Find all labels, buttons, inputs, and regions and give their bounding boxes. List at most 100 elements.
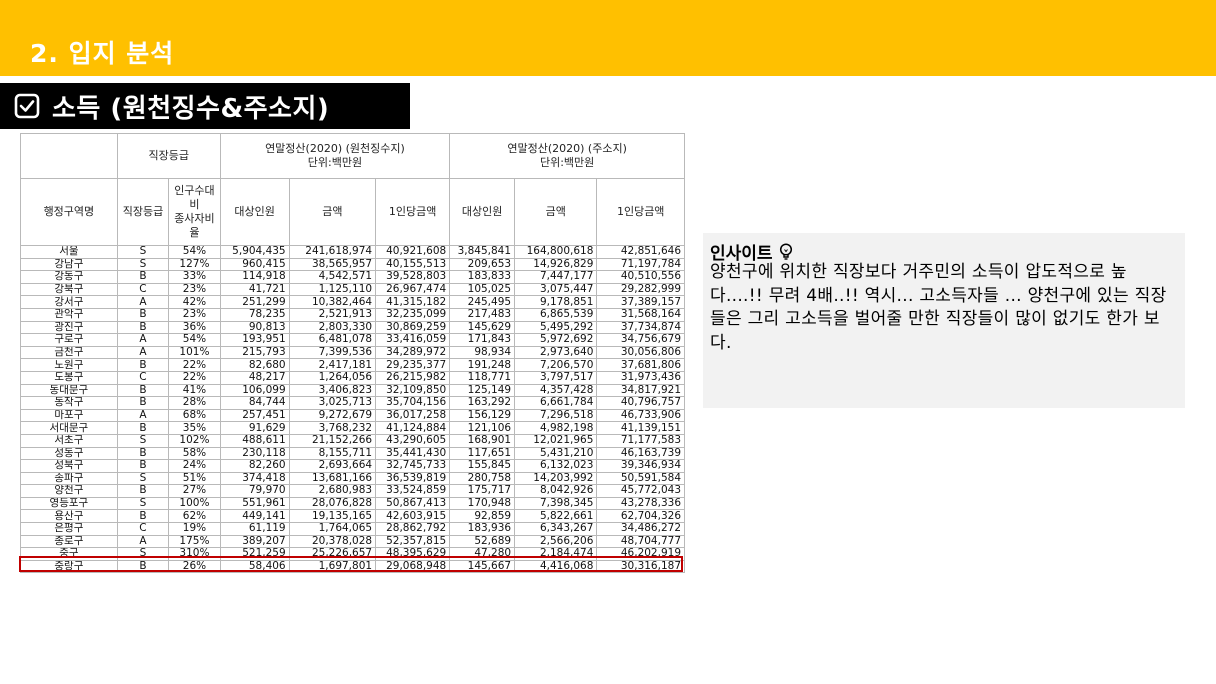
table-cell: 71,197,784 (596, 257, 685, 272)
table-cell: 35,441,430 (375, 446, 451, 461)
district-name-cell: 강동구 (20, 270, 118, 284)
table-row: 서대문구 B 35% 91,629 3,768,232 41,124,884 121,106… (20, 421, 685, 435)
table-cell: 155,845 (449, 459, 516, 473)
table-cell: 7,399,536 (288, 345, 377, 360)
table-cell: 91,629 (219, 421, 290, 435)
table-row: 중랑구 B 26% 58,406 1,697,801 29,068,948 145,667 4… (20, 559, 685, 574)
table-cell: 175,717 (449, 484, 516, 498)
district-name-cell: 종로구 (20, 534, 118, 549)
table-cell: 2,566,206 (514, 534, 598, 549)
table-cell: 230,118 (219, 446, 290, 461)
table-cell: 38,565,957 (288, 257, 377, 272)
district-name-cell: 성북구 (20, 459, 118, 473)
table-cell: 90,813 (219, 320, 290, 335)
table-cell: 21,152,266 (288, 433, 377, 448)
table-cell: 1,697,801 (288, 559, 377, 574)
table-cell: 2,417,181 (288, 358, 377, 372)
table-cell: 22% (168, 358, 221, 372)
table-cell: 551,961 (219, 496, 290, 511)
table-cell: 58,406 (219, 559, 290, 574)
table-cell: 61,119 (219, 522, 290, 536)
table-cell: 41,139,151 (596, 421, 685, 435)
table-cell: 125,149 (449, 383, 516, 398)
table-cell: 46,202,919 (596, 547, 685, 561)
table-cell: 5,904,435 (219, 245, 290, 259)
table-cell: 58% (168, 446, 221, 461)
section-title: 2. 입지 분석 (30, 39, 175, 68)
district-name-cell: 동작구 (20, 396, 118, 410)
table-cell: 7,447,177 (514, 270, 598, 284)
table-cell: 183,936 (449, 522, 516, 536)
table-cell: 114,918 (219, 270, 290, 284)
table-cell: 449,141 (219, 509, 290, 524)
table-cell: 37,389,157 (596, 295, 685, 309)
table-cell: 3,768,232 (288, 421, 377, 435)
table-cell: 6,865,539 (514, 307, 598, 322)
table-cell: 163,292 (449, 396, 516, 410)
table-cell: S (116, 496, 170, 511)
insight-body: 양천구에 위치한 직장보다 거주민의 소득이 압도적으로 높다....!! 무려… (710, 262, 1167, 353)
column-header-row: 행정구역명 직장등급 인구수대비 종사자비율 대상인원 금액 1인당금액 대상인원 금액 1인당… (20, 178, 685, 246)
district-name-cell: 강남구 (20, 257, 118, 272)
table-cell: 3,406,823 (288, 383, 377, 398)
table-cell: 71,177,583 (596, 433, 685, 448)
table-cell: 26,967,474 (375, 282, 451, 297)
withholding-unit: 단위:백만원 (307, 156, 363, 169)
table-cell: B (116, 270, 170, 284)
table-cell: 43,278,336 (596, 496, 685, 511)
district-name-cell: 광진구 (20, 320, 118, 335)
district-name-cell: 영등포구 (20, 496, 118, 511)
table-cell: 251,299 (219, 295, 290, 309)
table-row: 서울 S 54% 5,904,435 241,618,974 40,921,608 3,84… (20, 245, 685, 259)
table-cell: 36% (168, 320, 221, 335)
table-cell: 23% (168, 282, 221, 297)
address-unit: 단위:백만원 (539, 156, 595, 169)
district-name-cell: 서대문구 (20, 421, 118, 435)
table-cell: 37,734,874 (596, 320, 685, 335)
district-name-cell: 은평구 (20, 522, 118, 536)
table-cell: 2,693,664 (288, 459, 377, 473)
table-cell: 100% (168, 496, 221, 511)
table-row: 중구 S 310% 521,259 25,226,657 48,395,629 47,280… (20, 547, 685, 561)
table-cell: 54% (168, 245, 221, 259)
income-table-container: 직장등급 연말정산(2020) (원천징수지) 단위:백만원 연말정산(2020… (20, 133, 685, 574)
table-cell: S (116, 245, 170, 259)
table-cell: 46,733,906 (596, 408, 685, 423)
table-cell: 52,357,815 (375, 534, 451, 549)
table-row: 도봉구 C 22% 48,217 1,264,056 26,215,982 118,771 3… (20, 370, 685, 385)
table-row: 종로구 A 175% 389,207 20,378,028 52,357,815 52,68… (20, 534, 685, 549)
table-cell: 2,973,640 (514, 345, 598, 360)
table-cell: 37,681,806 (596, 358, 685, 372)
table-cell: 10,382,464 (288, 295, 377, 309)
table-cell: B (116, 320, 170, 335)
table-cell: 105,025 (449, 282, 516, 297)
table-cell: 39,346,934 (596, 459, 685, 473)
table-cell: 2,680,983 (288, 484, 377, 498)
table-cell: 35% (168, 421, 221, 435)
table-cell: S (116, 471, 170, 486)
table-cell: 42% (168, 295, 221, 309)
column-header: 대상인원 (219, 178, 290, 246)
table-cell: 28,076,828 (288, 496, 377, 511)
subtitle-text: 소득 (원천징수&주소지) (52, 93, 330, 124)
table-cell: 183,833 (449, 270, 516, 284)
column-header: 인구수대비 종사자비율 (168, 178, 221, 246)
table-cell: 48,217 (219, 370, 290, 385)
table-cell: 34,756,679 (596, 333, 685, 347)
table-cell: B (116, 358, 170, 372)
table-cell: 54% (168, 333, 221, 347)
group-header-grade: 직장등급 (116, 133, 221, 179)
table-cell: 20,378,028 (288, 534, 377, 549)
table-cell: 30,056,806 (596, 345, 685, 360)
table-cell: 241,618,974 (288, 245, 377, 259)
table-row: 강북구 C 23% 41,721 1,125,110 26,967,474 105,025 3… (20, 282, 685, 297)
table-cell: 31,568,164 (596, 307, 685, 322)
district-name-cell: 도봉구 (20, 370, 118, 385)
table-cell: 14,203,992 (514, 471, 598, 486)
table-cell: 9,178,851 (514, 295, 598, 309)
column-header: 금액 (514, 178, 598, 246)
table-cell: 62% (168, 509, 221, 524)
district-name-cell: 서울 (20, 245, 118, 259)
table-cell: 2,521,913 (288, 307, 377, 322)
table-cell: 48,395,629 (375, 547, 451, 561)
